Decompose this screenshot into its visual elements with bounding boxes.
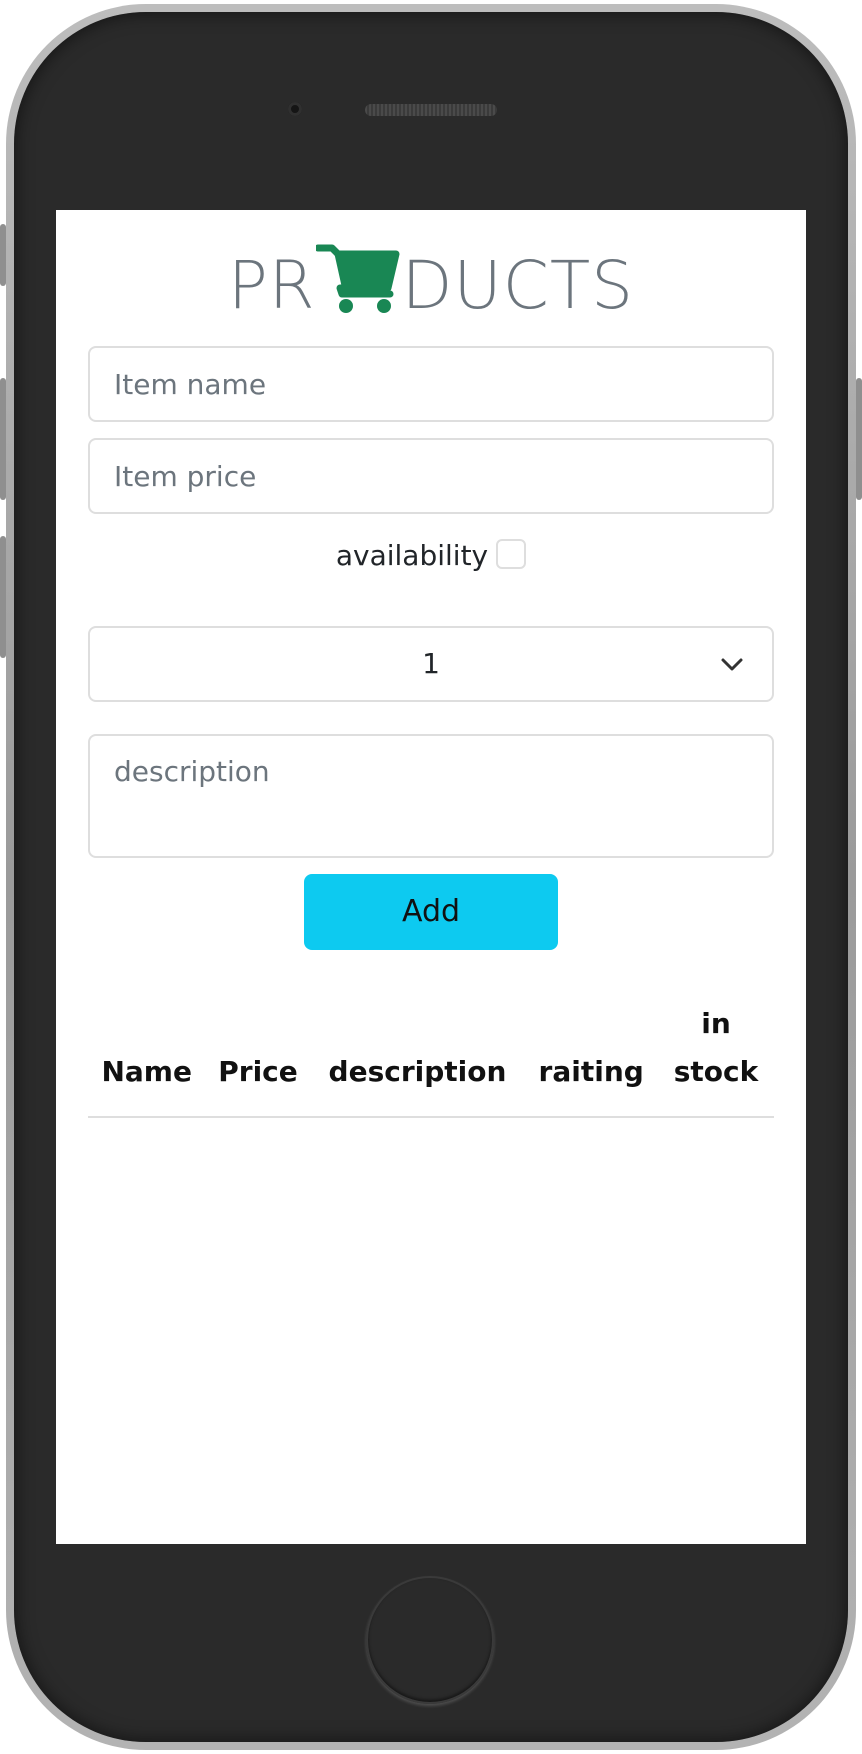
app-screen: PR DUCTS availability 1 Add Name Price d…: [56, 210, 806, 1544]
mute-switch: [0, 224, 6, 286]
item-name-input[interactable]: [88, 346, 774, 422]
header-price: Price: [205, 1000, 311, 1118]
home-button[interactable]: [366, 1576, 494, 1704]
front-camera: [288, 102, 302, 116]
availability-checkbox[interactable]: [496, 539, 527, 569]
logo-left-text: PR: [227, 247, 316, 324]
rating-select[interactable]: 1: [88, 626, 774, 702]
item-price-input[interactable]: [88, 438, 774, 514]
shopping-cart-icon: [315, 244, 400, 313]
header-in-stock: in stock: [658, 1000, 774, 1118]
table-header-row: Name Price description raiting in stock: [88, 1000, 774, 1118]
volume-up-button: [0, 378, 6, 500]
availability-row: availability: [56, 536, 806, 576]
rating-select-value: 1: [422, 647, 440, 680]
header-name: Name: [88, 1000, 206, 1118]
products-table: Name Price description raiting in stock: [88, 1000, 774, 1118]
volume-down-button: [0, 536, 6, 658]
header-rating: raiting: [524, 1000, 658, 1118]
logo-right-text: DUCTS: [401, 247, 635, 324]
earpiece-speaker: [365, 104, 497, 116]
description-textarea[interactable]: [88, 734, 774, 858]
availability-label: availability: [335, 539, 489, 572]
add-button[interactable]: Add: [304, 874, 558, 950]
products-logo: PR DUCTS: [56, 244, 806, 326]
header-description: description: [310, 1000, 525, 1118]
power-button: [856, 378, 862, 500]
chevron-down-icon: [721, 658, 743, 671]
